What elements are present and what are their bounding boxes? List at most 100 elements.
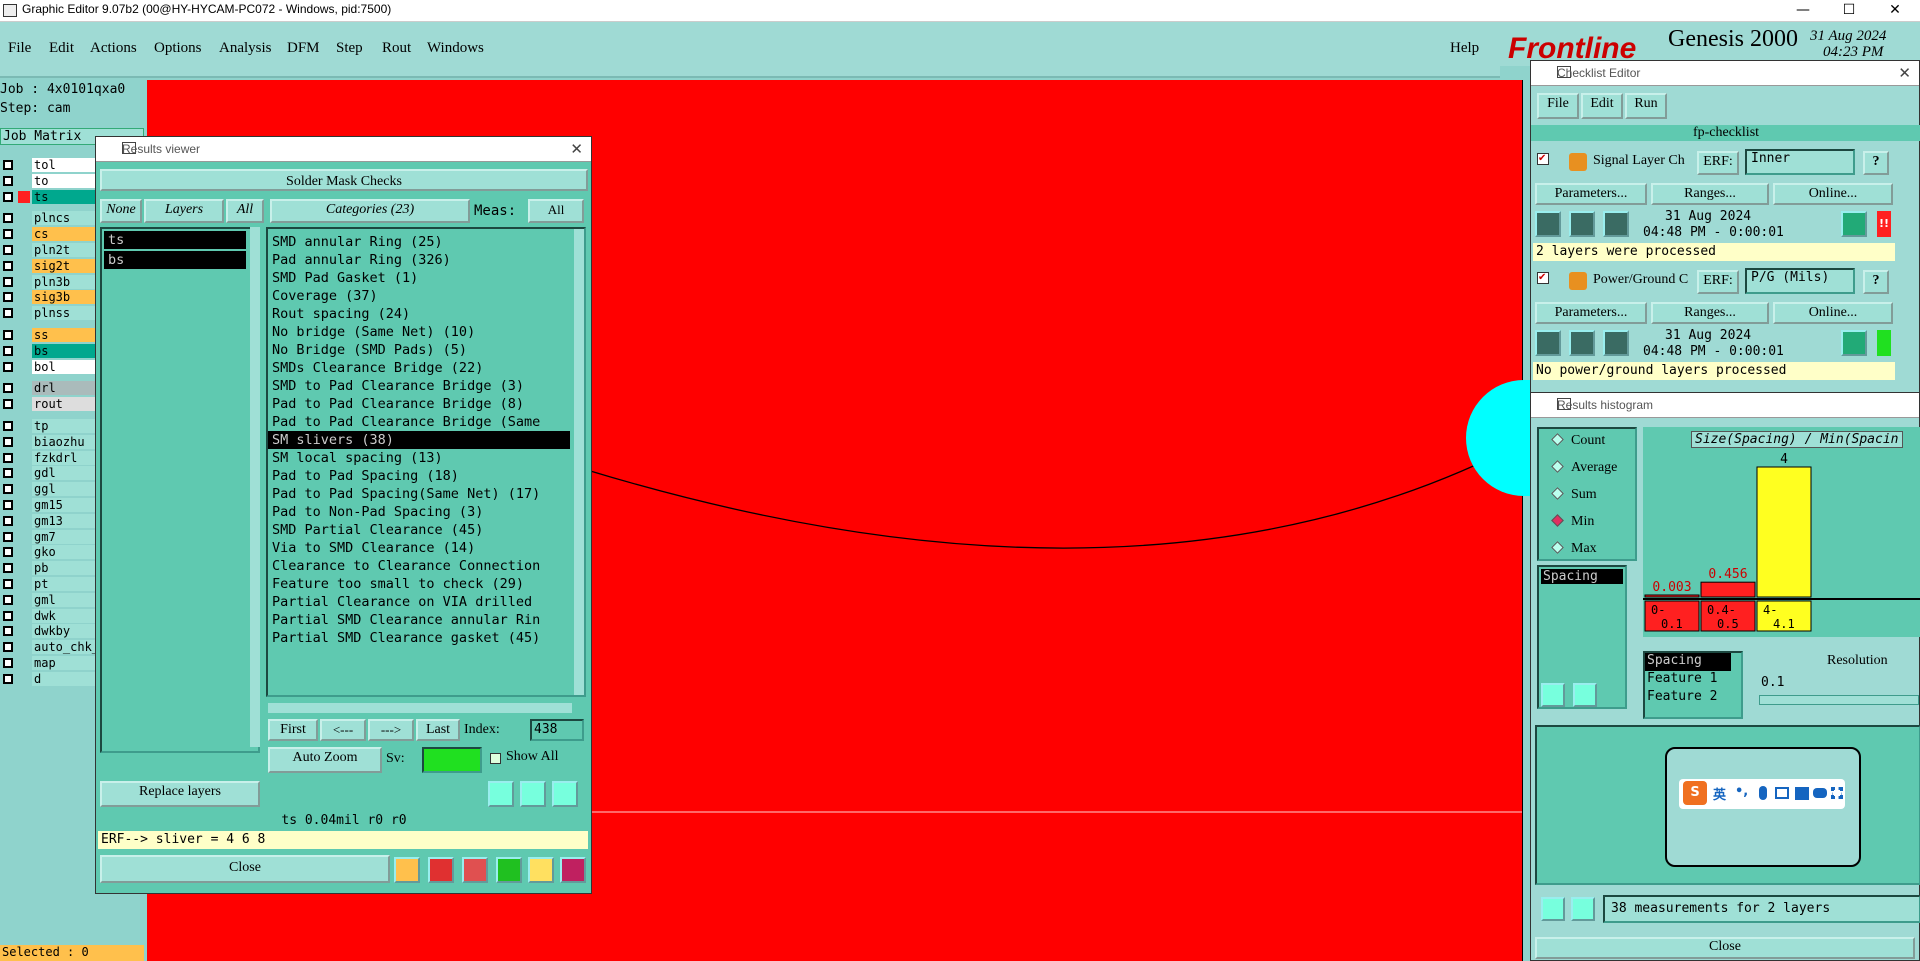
category-item[interactable]: Rout spacing (24)	[268, 305, 570, 323]
layer-row[interactable]: plncs	[0, 211, 96, 226]
help-button[interactable]: ?	[1863, 270, 1889, 294]
category-item[interactable]: Via to SMD Clearance (14)	[268, 539, 570, 557]
layer-checkbox[interactable]	[3, 292, 13, 303]
category-scrollbar[interactable]	[574, 229, 584, 695]
layer-list-scrollbar[interactable]	[250, 227, 260, 747]
layer-row[interactable]: fzkdrl	[0, 450, 96, 465]
category-item[interactable]: Pad annular Ring (326)	[268, 251, 570, 269]
menu-file[interactable]: File	[8, 40, 31, 57]
undo-icon[interactable]	[552, 781, 578, 807]
layer-checkbox[interactable]	[3, 421, 13, 431]
mode-radio[interactable]: Min	[1551, 514, 1594, 530]
layer-checkbox[interactable]	[3, 642, 13, 653]
layer-row[interactable]: auto_chk_	[0, 640, 99, 655]
menu-edit[interactable]: Edit	[49, 40, 74, 57]
ime-mic-icon[interactable]	[1759, 786, 1767, 800]
layer-checkbox[interactable]	[3, 383, 13, 394]
run-all-icon[interactable]	[1569, 330, 1595, 356]
replace-layers-select[interactable]: Replace layers	[100, 781, 260, 807]
mode-radio[interactable]: Average	[1551, 460, 1617, 476]
close-icon[interactable]: ✕	[570, 140, 583, 158]
hand-icon[interactable]	[394, 857, 420, 883]
layer-row[interactable]: cs	[0, 227, 96, 242]
categories-button[interactable]: Categories (23)	[270, 199, 470, 223]
auto-zoom-select[interactable]: Auto Zoom	[268, 747, 382, 773]
close-button[interactable]: Close	[100, 855, 390, 883]
del-icon[interactable]	[1541, 683, 1565, 707]
ranges-button[interactable]: Ranges...	[1651, 302, 1769, 324]
index-input[interactable]: 438	[530, 719, 584, 741]
next-button[interactable]: --->	[368, 719, 414, 741]
erf-value[interactable]: P/G (Mils)	[1745, 268, 1855, 294]
meas-select[interactable]: All	[528, 199, 584, 223]
menu-actions[interactable]: Actions	[90, 40, 137, 57]
category-item[interactable]: SM local spacing (13)	[268, 449, 570, 467]
checklist-menu-edit[interactable]: Edit	[1581, 93, 1623, 119]
minimize-button[interactable]: —	[1780, 0, 1826, 22]
parameters-button[interactable]: Parameters...	[1535, 183, 1647, 205]
last-button[interactable]: Last	[416, 719, 460, 741]
show-all-checkbox[interactable]	[490, 753, 501, 764]
maximize-button[interactable]: ☐	[1826, 0, 1872, 22]
checklist-menu-run[interactable]: Run	[1625, 93, 1667, 119]
all-button[interactable]: All	[226, 199, 264, 223]
item-checkbox[interactable]: ✔	[1537, 272, 1549, 284]
measure-item[interactable]: Feature 2	[1645, 689, 1731, 707]
layer-row[interactable]: pb	[0, 561, 96, 576]
x-icon[interactable]	[462, 857, 488, 883]
none-button[interactable]: None	[100, 199, 142, 223]
category-item[interactable]: No bridge (Same Net) (10)	[268, 323, 570, 341]
ref-icon[interactable]	[1571, 897, 1595, 921]
category-item[interactable]: SMDs Clearance Bridge (22)	[268, 359, 570, 377]
menu-rout[interactable]: Rout	[382, 40, 411, 57]
measure-item[interactable]: Feature 1	[1645, 671, 1731, 689]
ime-lang[interactable]: 英	[1713, 784, 1726, 803]
ime-toolbar[interactable]: S 英 •,	[1679, 779, 1845, 809]
layer-checkbox[interactable]	[3, 452, 13, 463]
layer-checkbox[interactable]	[3, 191, 13, 202]
stop-icon[interactable]	[1603, 330, 1629, 356]
layer-checkbox[interactable]	[3, 260, 13, 271]
erf-value[interactable]: Inner	[1745, 149, 1855, 175]
category-item[interactable]: Coverage (37)	[268, 287, 570, 305]
category-item[interactable]: Partial SMD Clearance gasket (45)	[268, 629, 570, 647]
layer-checkbox[interactable]	[3, 361, 13, 372]
online-button[interactable]: Online...	[1773, 183, 1893, 205]
layer-row[interactable]: pt	[0, 577, 96, 591]
layer-row[interactable]: sig3b	[0, 290, 96, 305]
layer-row[interactable]: gm13	[0, 513, 96, 528]
item-name[interactable]: Signal Layer Ch	[1593, 153, 1691, 169]
mode-radio[interactable]: Max	[1551, 541, 1597, 557]
help-button[interactable]: ?	[1863, 151, 1889, 175]
layer-row[interactable]: map	[0, 656, 96, 670]
layer-checkbox[interactable]	[3, 330, 13, 340]
menu-options[interactable]: Options	[154, 40, 202, 57]
layer-row[interactable]: ss	[0, 328, 96, 342]
layer-row[interactable]: tol	[0, 158, 96, 172]
layer-select-list[interactable]: ts bs	[100, 227, 260, 753]
layer-row[interactable]: biaozhu	[0, 434, 96, 449]
category-item[interactable]: Pad to Pad Spacing(Same Net) (17)	[268, 485, 570, 503]
layer-checkbox[interactable]	[3, 308, 13, 319]
layer-row[interactable]: ts	[0, 189, 96, 204]
layer-row[interactable]: rout	[0, 397, 96, 412]
first-button[interactable]: First	[268, 719, 318, 741]
red-icon[interactable]	[428, 857, 454, 883]
ime-shirt-icon[interactable]	[1795, 787, 1809, 800]
layer-row[interactable]: pln3b	[0, 274, 96, 289]
measure-item[interactable]: Spacing	[1645, 653, 1731, 671]
resolution-slider[interactable]	[1759, 695, 1919, 705]
layer-row[interactable]: dwk	[0, 608, 96, 623]
layer-row[interactable]: to	[0, 173, 96, 188]
zoom-icon[interactable]	[1841, 330, 1867, 356]
online-button[interactable]: Online...	[1773, 302, 1893, 324]
layer-checkbox[interactable]	[3, 276, 13, 287]
layer-checkbox[interactable]	[3, 229, 13, 240]
layers-button[interactable]: Layers	[144, 199, 224, 223]
layer-row[interactable]: plnss	[0, 306, 96, 321]
ime-game-icon[interactable]	[1813, 788, 1827, 798]
histogram-bar[interactable]	[1756, 466, 1812, 598]
layer-checkbox[interactable]	[3, 563, 13, 574]
report-icon[interactable]	[528, 857, 554, 883]
histogram-list-item[interactable]: Spacing	[1541, 569, 1623, 584]
